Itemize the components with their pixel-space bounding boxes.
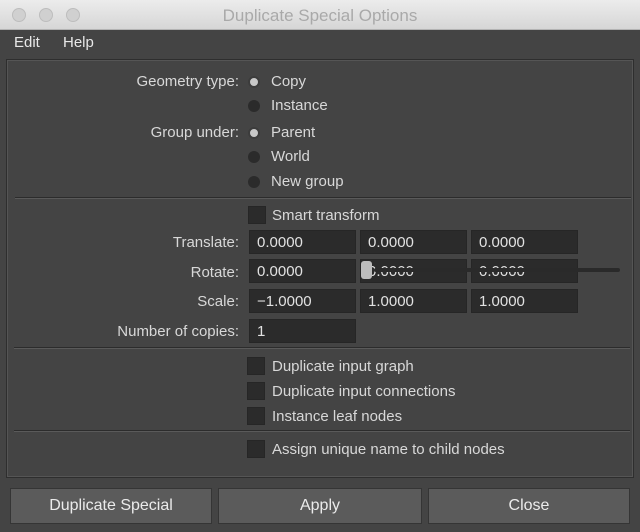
group-new-group-label[interactable]: New group	[271, 173, 344, 190]
scale-label: Scale:	[197, 293, 239, 310]
translate-y-field[interactable]: 0.0000	[360, 230, 467, 254]
geometry-copy-label[interactable]: Copy	[271, 73, 306, 90]
smart-transform-label[interactable]: Smart transform	[272, 207, 380, 224]
number-of-copies-field[interactable]: 1	[249, 319, 356, 343]
copies-slider-handle[interactable]	[361, 261, 372, 279]
menu-help[interactable]: Help	[63, 34, 94, 51]
geometry-instance-radio[interactable]	[248, 100, 260, 112]
geometry-instance-label[interactable]: Instance	[271, 97, 328, 114]
number-of-copies-label: Number of copies:	[117, 323, 239, 340]
group-under-label: Group under:	[150, 124, 239, 141]
close-button[interactable]: Close	[428, 488, 630, 524]
apply-button[interactable]: Apply	[218, 488, 422, 524]
smart-transform-checkbox[interactable]	[248, 206, 266, 224]
group-new-group-radio[interactable]	[248, 176, 260, 188]
group-world-radio[interactable]	[248, 151, 260, 163]
translate-x-field[interactable]: 0.0000	[249, 230, 356, 254]
scale-x-field[interactable]: −1.0000	[249, 289, 356, 313]
geometry-copy-radio[interactable]	[248, 76, 260, 88]
geometry-type-label: Geometry type:	[136, 73, 239, 90]
menu-bar: Edit Help	[0, 30, 640, 56]
copies-slider-track[interactable]	[374, 268, 620, 272]
scale-z-field[interactable]: 1.0000	[471, 289, 578, 313]
rotate-x-field[interactable]: 0.0000	[249, 259, 356, 283]
duplicate-special-button[interactable]: Duplicate Special	[10, 488, 212, 524]
title-bar: Duplicate Special Options	[0, 0, 640, 30]
group-world-label[interactable]: World	[271, 148, 310, 165]
group-parent-label[interactable]: Parent	[271, 124, 315, 141]
translate-z-field[interactable]: 0.0000	[471, 230, 578, 254]
menu-edit[interactable]: Edit	[14, 34, 40, 51]
translate-label: Translate:	[172, 234, 239, 251]
window-title: Duplicate Special Options	[222, 6, 418, 25]
group-parent-radio[interactable]	[248, 127, 260, 139]
rotate-label: Rotate:	[190, 264, 239, 281]
separator	[15, 197, 631, 199]
scale-y-field[interactable]: 1.0000	[360, 289, 467, 313]
